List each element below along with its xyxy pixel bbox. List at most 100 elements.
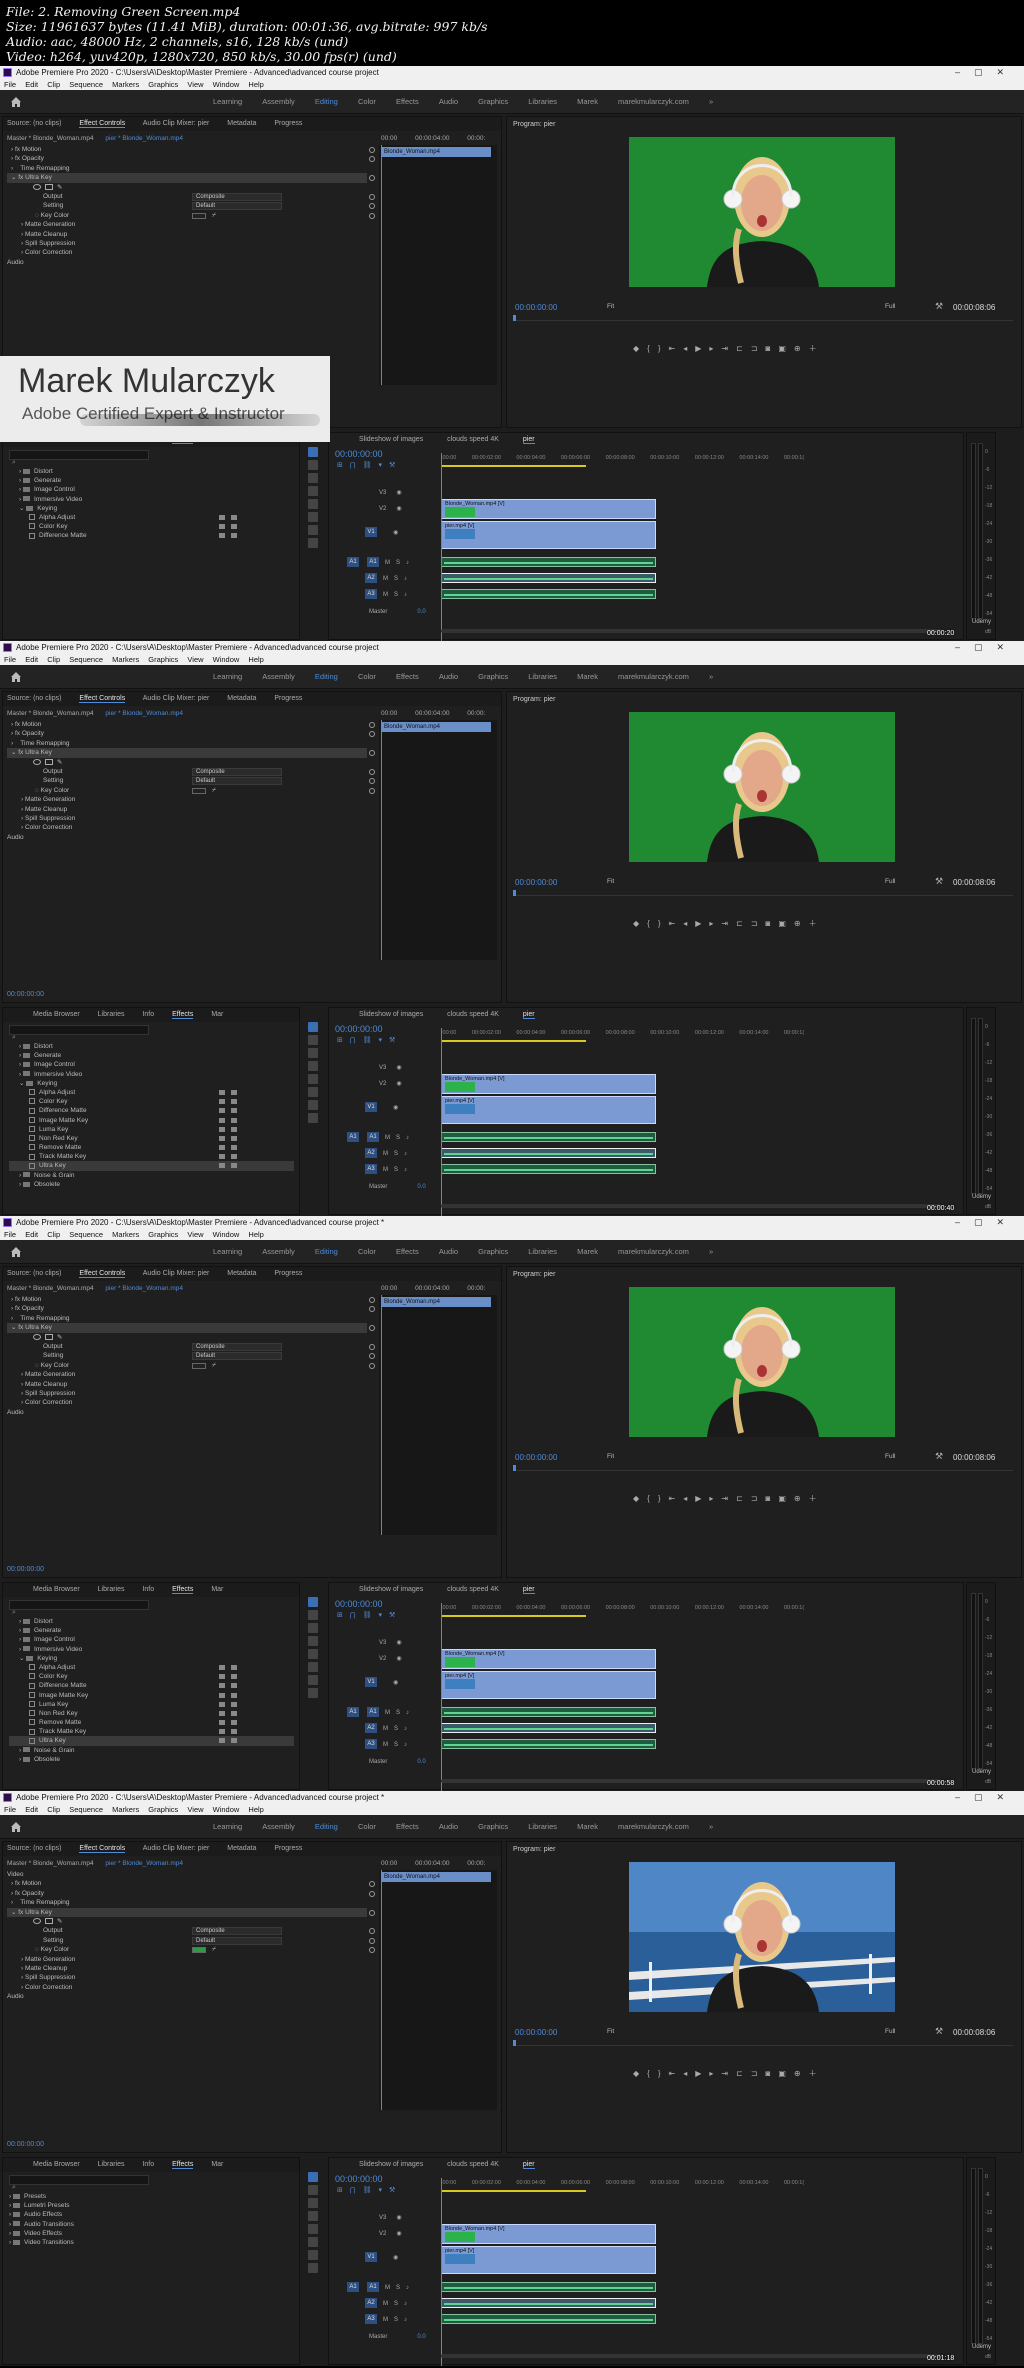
audio-clip-a2[interactable] (441, 1723, 656, 1733)
play-icon[interactable]: ▶ (695, 2069, 709, 2078)
tab-media-browser[interactable]: Media Browser (33, 1011, 80, 1018)
mark-in-icon[interactable]: { (647, 1494, 658, 1503)
track-header-a3[interactable]: A3 M S ♪ (347, 589, 439, 601)
clip-selector[interactable]: Master * Blonde_Woman.mp4 pier * Blonde_… (7, 1860, 183, 1867)
fit-dropdown[interactable]: Fit (607, 2028, 614, 2035)
effect-item-difference-matte[interactable]: Difference Matte (9, 1106, 294, 1115)
matte-generation-group[interactable]: › Matte Generation (7, 795, 367, 804)
play-icon[interactable]: ▶ (695, 344, 709, 353)
tab-clouds-speed[interactable]: clouds speed 4K (447, 1586, 499, 1593)
step-back-icon[interactable]: ◂ (683, 344, 695, 353)
timeline-ruler[interactable]: :00:00 00:00:02:00 00:00:04:00 00:00:06:… (441, 1605, 804, 1613)
effect-item-image-control[interactable]: › Image Control (9, 1060, 294, 1069)
color-correction-group[interactable]: › Color Correction (7, 248, 367, 257)
tab-markers[interactable]: Mar (211, 1011, 223, 1018)
track-header-a1[interactable]: A1 A1 M S ♪ (347, 1707, 439, 1719)
clip-blonde-woman[interactable]: Blonde_Woman.mp4 [V] (441, 2224, 656, 2244)
menu-window[interactable]: Window (213, 80, 240, 89)
add-button-icon[interactable]: ＋ (809, 1494, 825, 1503)
matte-cleanup-group[interactable]: › Matte Cleanup (7, 1380, 367, 1389)
menu-help[interactable]: Help (248, 1805, 263, 1814)
menu-help[interactable]: Help (248, 655, 263, 664)
timeline-scrollbar[interactable] (441, 2354, 941, 2358)
effect-item-video-transitions[interactable]: › Video Transitions (9, 2238, 294, 2247)
effect-item-alpha-adjust[interactable]: Alpha Adjust (9, 1663, 294, 1672)
eye-icon[interactable]: ◉ (396, 1081, 401, 1087)
tab-source[interactable]: Source: (no clips) (7, 1270, 61, 1277)
timeline-settings-icon[interactable]: ⚒ (389, 2187, 402, 2194)
effect-item-noise-grain[interactable]: › Noise & Grain (9, 1171, 294, 1180)
mic-icon[interactable]: ♪ (404, 1151, 407, 1157)
menu-markers[interactable]: Markers (112, 80, 139, 89)
effects-search-input[interactable]: ⌕ (9, 450, 149, 466)
motion-effect[interactable]: › fx Motion (7, 1295, 375, 1304)
effect-item-generate[interactable]: › Generate (9, 476, 294, 485)
wrench-icon[interactable]: ⚒ (935, 876, 943, 887)
track-header-v3[interactable]: V3 ◉ (347, 1062, 439, 1074)
workspace-learning[interactable]: Learning (213, 97, 242, 106)
tab-effects[interactable]: Effects (172, 1586, 194, 1594)
workspace-graphics[interactable]: Graphics (478, 1247, 508, 1256)
workspace-overflow-icon[interactable]: » (709, 672, 713, 681)
mute-button[interactable]: M (383, 576, 388, 582)
ellipse-mask-icon[interactable] (33, 183, 41, 190)
ultra-key-effect[interactable]: ⌄ fx Ultra Key (7, 748, 375, 758)
pen-mask-icon[interactable]: ✎ (57, 1918, 62, 1925)
step-forward-icon[interactable]: ▸ (709, 344, 721, 353)
eye-icon[interactable]: ◉ (393, 530, 398, 536)
mute-button[interactable]: M (383, 1151, 388, 1157)
comparison-view-icon[interactable]: ▣ (778, 919, 794, 928)
reset-icon[interactable] (369, 1947, 375, 1954)
opacity-effect[interactable]: › fx Opacity (7, 729, 375, 738)
effect-item-image-control[interactable]: › Image Control (9, 485, 294, 494)
timeline-playhead[interactable] (441, 1028, 442, 1216)
mark-in-icon[interactable]: { (647, 344, 658, 353)
master-volume[interactable]: 0.0 (417, 1184, 425, 1190)
effect-item-track-matte-key[interactable]: Track Matte Key (9, 1727, 294, 1736)
solo-button[interactable]: S (396, 1135, 400, 1141)
solo-button[interactable]: S (396, 2285, 400, 2291)
add-marker-icon[interactable]: ▾ (379, 1037, 390, 1044)
add-marker-icon[interactable]: ▾ (379, 2187, 390, 2194)
work-area-bar[interactable] (441, 1040, 586, 1042)
timeline-scrollbar[interactable] (441, 1204, 941, 1208)
ripple-edit-tool-icon[interactable] (308, 2198, 318, 2208)
effect-item-keying[interactable]: ⌄ Keying (9, 1654, 294, 1663)
mic-icon[interactable]: ♪ (406, 1135, 409, 1141)
effect-item-color-key[interactable]: Color Key (9, 1672, 294, 1681)
menu-clip[interactable]: Clip (47, 655, 60, 664)
effect-item-immersive[interactable]: › Immersive Video (9, 1645, 294, 1654)
reset-icon[interactable] (369, 750, 375, 757)
program-scrub-bar[interactable] (513, 315, 1013, 321)
track-header-v3[interactable]: V3 ◉ (347, 487, 439, 499)
rectangle-mask-icon[interactable] (45, 1333, 53, 1340)
effect-item-keying[interactable]: ⌄ Keying (9, 1079, 294, 1088)
comparison-view-icon[interactable]: ▣ (778, 1494, 794, 1503)
workspace-assembly[interactable]: Assembly (262, 1247, 295, 1256)
ultra-key-effect[interactable]: ⌄ fx Ultra Key (7, 1907, 375, 1917)
tab-audio-clip-mixer[interactable]: Audio Clip Mixer: pier (143, 120, 210, 127)
solo-button[interactable]: S (394, 592, 398, 598)
time-remapping-effect[interactable]: › Time Remapping (7, 164, 367, 173)
tab-slideshow[interactable]: Slideshow of images (359, 1586, 423, 1593)
export-frame-icon[interactable]: ◙ (766, 2069, 779, 2078)
ellipse-mask-icon[interactable] (33, 758, 41, 765)
motion-effect[interactable]: › fx Motion (7, 720, 375, 729)
track-header-v2[interactable]: V2 ◉ (347, 1653, 439, 1665)
mark-out-icon[interactable]: } (658, 344, 669, 353)
hand-tool-icon[interactable] (308, 1675, 318, 1685)
effect-item-remove-matte[interactable]: Remove Matte (9, 1143, 294, 1152)
work-area-bar[interactable] (441, 1615, 586, 1617)
motion-effect[interactable]: › fx Motion (7, 145, 375, 154)
audio-clip-a2[interactable] (441, 1148, 656, 1158)
add-button-icon[interactable]: ＋ (809, 919, 825, 928)
work-area-bar[interactable] (441, 2190, 586, 2192)
workspace-color[interactable]: Color (358, 1822, 376, 1831)
spill-suppression-group[interactable]: › Spill Suppression (7, 814, 367, 823)
workspace-effects[interactable]: Effects (396, 1822, 419, 1831)
tab-metadata[interactable]: Metadata (227, 1845, 256, 1852)
tab-metadata[interactable]: Metadata (227, 695, 256, 702)
effect-item-distort[interactable]: › Distort (9, 467, 294, 476)
selection-tool-icon[interactable] (308, 447, 318, 457)
track-header-a3[interactable]: A3 M S ♪ (347, 1164, 439, 1176)
